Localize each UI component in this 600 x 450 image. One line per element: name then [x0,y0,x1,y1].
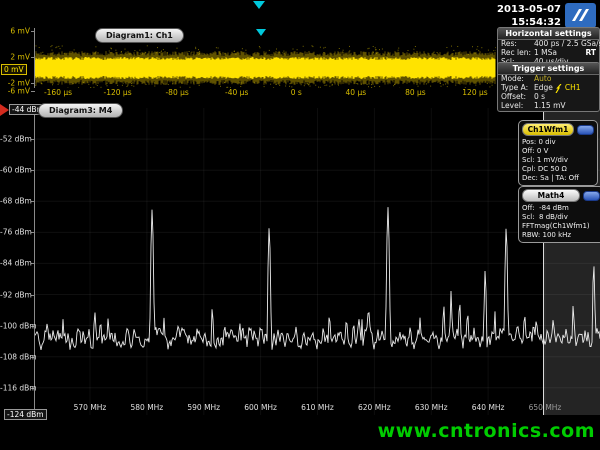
math4-off-row: Off: -84 dBm [522,204,600,213]
d3-x-axis-label: 620 MHz [358,403,391,412]
d1-x-axis-label: -80 µs [165,88,188,97]
ch1wfm1-panel: Ch1Wfm1 Pos: 0 div Off: 0 V Scl: 1 mV/di… [518,120,598,186]
ch1-dec-row: Dec: Sa | TA: Off [522,174,594,183]
rs-logo-icon [565,3,596,28]
trigger-source-value: CH1 [565,84,581,93]
axis-tick [31,91,35,92]
axis-tick [31,57,35,58]
d1-x-axis-label: -160 µs [44,88,72,97]
ch1-cpl-row: Cpl: DC 50 Ω [522,165,594,174]
d1-x-axis-label: -40 µs [225,88,248,97]
d1-y-axis-label: -6 mV [0,87,30,96]
d3-x-axis-label: 630 MHz [415,403,448,412]
ch1-off-row: Off: 0 V [522,147,594,156]
d3-x-axis-label: 640 MHz [472,403,505,412]
d3-y-axis-label: -60 dBm [0,166,30,175]
oscilloscope-screen: 2013-05-07 15:54:32 Diagram1: Ch1 0 mV H… [0,0,600,450]
math4-panel: Math4 Off: -84 dBm Scl: 8 dB/div FFTmag(… [518,186,600,243]
d3-y-axis-label: -108 dBm [0,352,30,361]
spectrum-plot[interactable] [35,108,600,420]
d3-x-axis-label: 570 MHz [74,403,107,412]
d3-x-axis-label: 610 MHz [301,403,334,412]
trigger-slope-icon [555,84,563,93]
d3-x-axis-label: 590 MHz [187,403,220,412]
d3-y-axis-label: -84 dBm [0,259,30,268]
math4-fft-row: FFTmag(Ch1Wfm1) [522,222,600,231]
d3-y-axis-label: -92 dBm [0,290,30,299]
ch1-scl-row: Scl: 1 mV/div [522,156,594,165]
trigger-level-label: Level: [501,102,534,111]
ch1wfm1-minimize-button[interactable] [577,125,594,135]
math4-scl-row: Scl: 8 dB/div [522,213,600,222]
d1-y-axis-label: 2 mV [0,53,30,62]
trigger-settings-panel: Trigger settings Mode: Auto Type A: Edge… [497,62,600,112]
d3-x-axis-label-gray: 650 MHz [529,403,562,412]
d3-y-axis-label: -116 dBm [0,383,30,392]
ch1-pos-row: Pos: 0 div [522,138,594,147]
d3-y-axis-label: -68 dBm [0,197,30,206]
trigger-level-row: Level: 1.15 mV [498,102,599,111]
d1-y-axis-label: 6 mV [0,27,30,36]
d3-min-level-label: -124 dBm [4,409,47,420]
math4-signal-badge[interactable]: Math4 [522,189,580,202]
d1-y-axis [34,28,35,88]
trigger-settings-title[interactable]: Trigger settings [498,63,599,75]
tab-diagram1[interactable]: Diagram1: Ch1 [95,28,184,43]
axis-tick [31,31,35,32]
trigger-position-icon-top[interactable] [253,1,265,9]
d1-x-axis-label: 0 s [291,88,302,97]
d1-x-axis-label: 120 µs [462,88,487,97]
date-label: 2013-05-07 [497,3,561,16]
axis-tick [31,83,35,84]
d3-x-axis-label: 580 MHz [131,403,164,412]
d3-y-axis [34,108,35,415]
watermark-text: www.cntronics.com [378,420,595,442]
trigger-level-value: 1.15 mV [534,102,596,111]
d3-y-axis-label: -76 dBm [0,228,30,237]
d3-y-axis-label: -100 dBm [0,321,30,330]
d3-x-axis-label: 600 MHz [244,403,277,412]
d3-y-axis-label: -52 dBm [0,135,30,144]
ch1wfm1-signal-badge[interactable]: Ch1Wfm1 [522,123,574,136]
math4-minimize-button[interactable] [583,191,600,201]
datetime-display: 2013-05-07 15:54:32 [497,3,561,29]
math4-rbw-row: RBW: 100 kHz [522,231,600,240]
rt-badge: RT [585,49,596,58]
horizontal-settings-title[interactable]: Horizontal settings [498,28,599,40]
ch1-offset-marker[interactable]: 0 mV [1,64,27,75]
d1-x-axis-label: 80 µs [405,88,426,97]
d1-x-axis-label: 40 µs [346,88,367,97]
reference-arrow-icon[interactable] [0,104,9,116]
d1-x-axis-label: -120 µs [104,88,132,97]
tab-diagram3[interactable]: Diagram3: M4 [38,103,123,118]
